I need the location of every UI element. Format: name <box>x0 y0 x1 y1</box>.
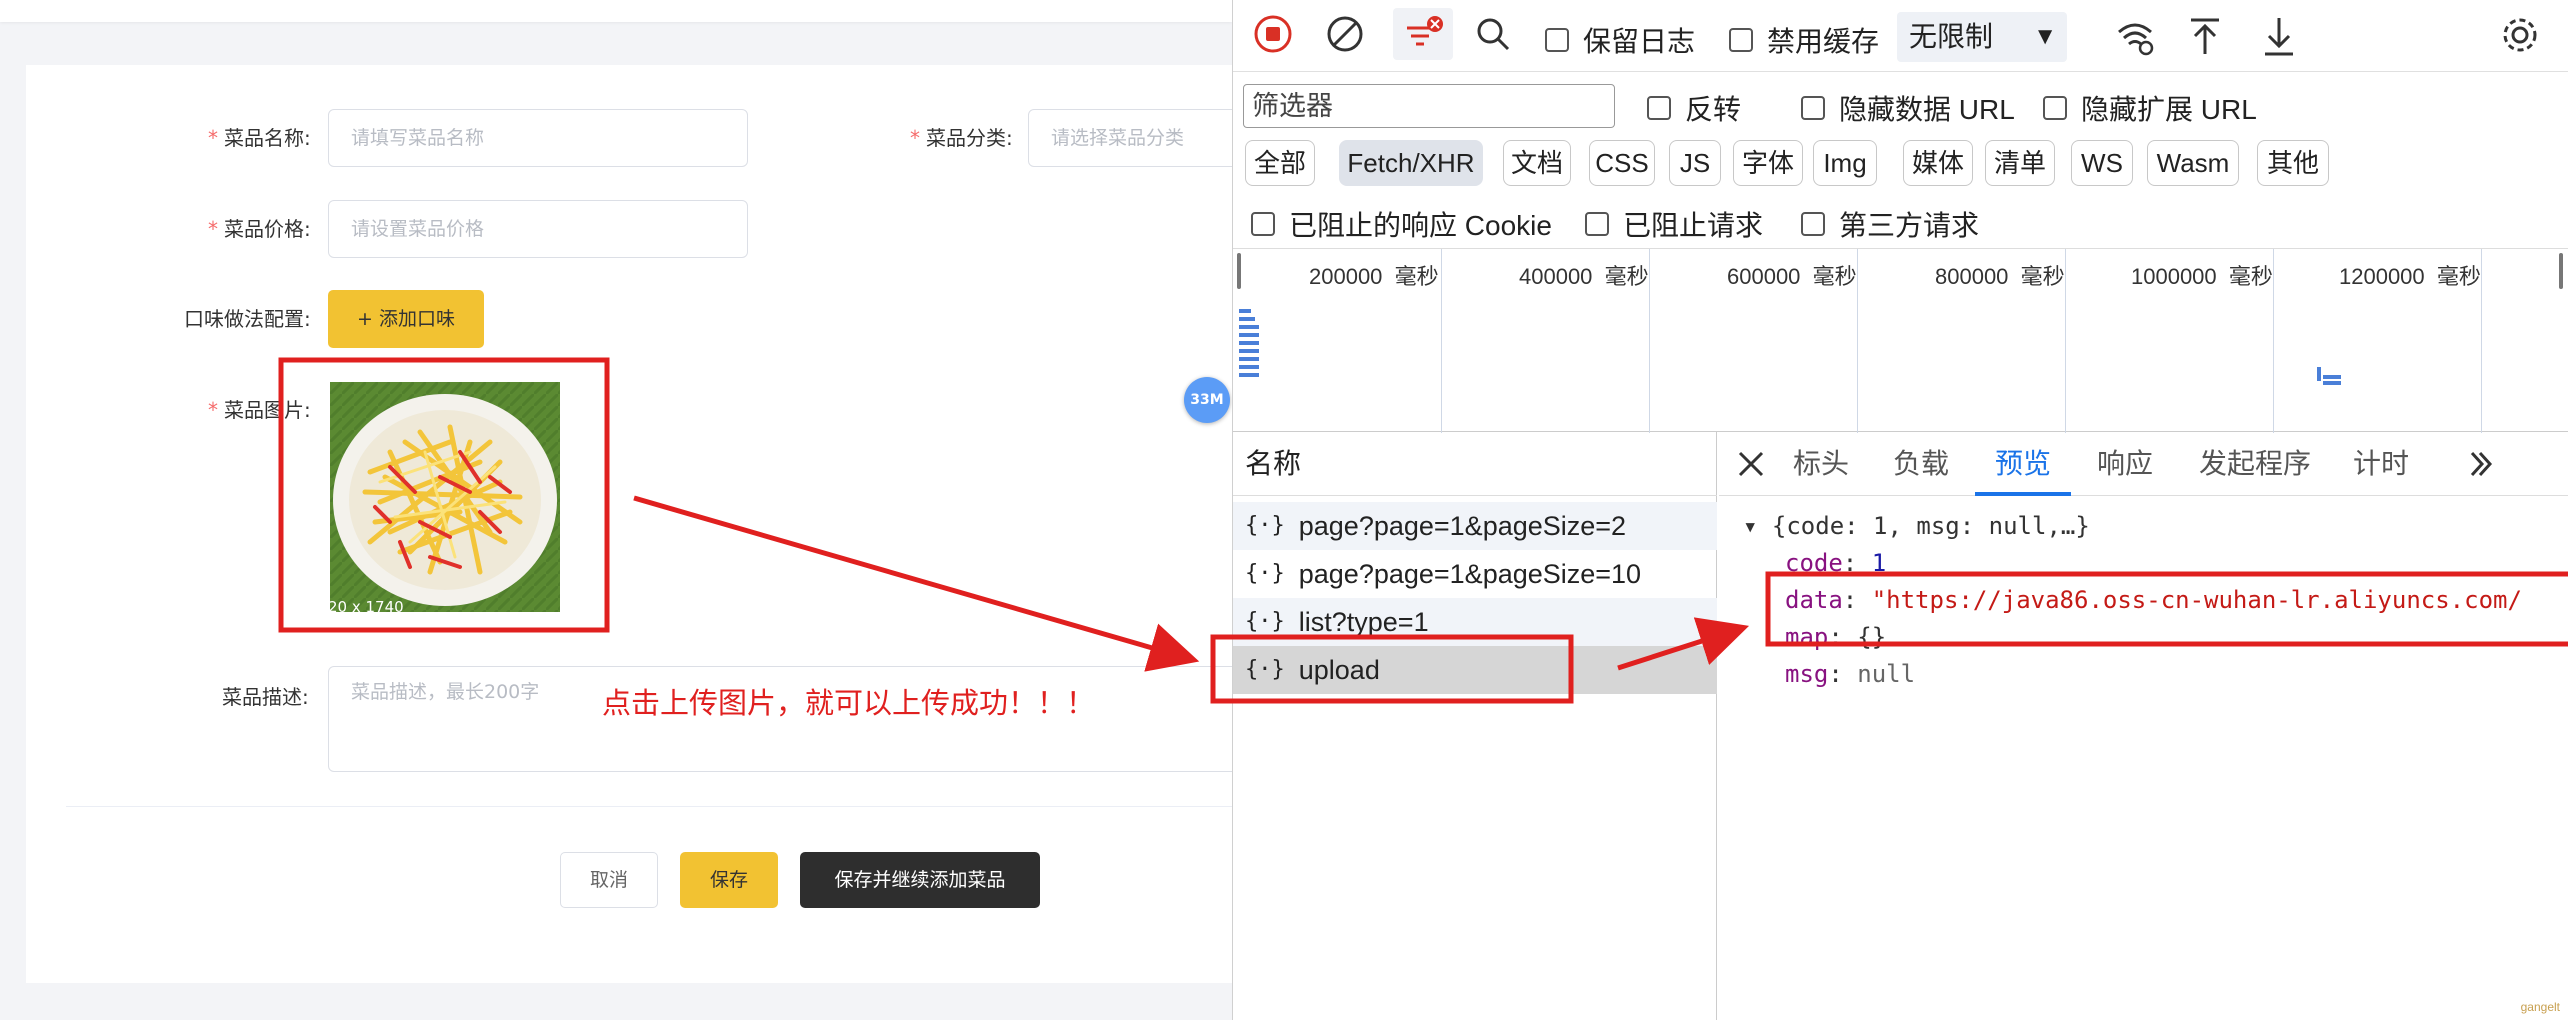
close-icon[interactable] <box>1733 446 1769 482</box>
tab-headers[interactable]: 标头 <box>1793 432 1849 496</box>
request-row[interactable]: {·} page?page=1&pageSize=10 <box>1233 550 1717 598</box>
save-button[interactable]: 保存 <box>680 852 778 908</box>
floating-memory-badge[interactable]: 33M <box>1184 377 1230 423</box>
request-row[interactable]: {·} page?page=1&pageSize=2 <box>1233 502 1717 550</box>
tab-payload[interactable]: 负载 <box>1893 432 1949 496</box>
timeline-request-bars <box>1239 309 2341 385</box>
type-filter-chips: 全部 Fetch/XHR 文档 CSS JS 字体 Img 媒体 清单 WS W… <box>1233 136 2568 192</box>
dish-photo-image <box>330 382 560 612</box>
chip-all[interactable]: 全部 <box>1245 140 1315 186</box>
network-timeline-overview[interactable]: 200000 毫秒 400000 毫秒 600000 毫秒 800000 毫秒 … <box>1233 248 2568 433</box>
chevron-down-icon: ▼ <box>2033 23 2057 50</box>
dish-image-label: * 菜品图片: <box>208 398 311 422</box>
request-detail-pane: 标头 负载 预览 响应 发起程序 计时 ▾ {code: 1, msg: nul… <box>1719 432 2568 1020</box>
checkbox-box[interactable] <box>2043 96 2067 120</box>
request-list: 名称 {·} page?page=1&pageSize=2 {·} page?pag… <box>1233 432 1717 1020</box>
json-preview: ▾ {code: 1, msg: null,…} code: 1 data: "… <box>1743 508 2522 693</box>
invert-checkbox[interactable]: 反转 <box>1647 88 1741 128</box>
triangle-down-icon[interactable]: ▾ <box>1743 512 1757 540</box>
chip-fetch-xhr[interactable]: Fetch/XHR <box>1339 140 1483 186</box>
request-row[interactable]: {·} list?type=1 <box>1233 598 1717 646</box>
json-line-code: code: 1 <box>1785 549 1887 577</box>
filter-toggle-icon[interactable] <box>1393 8 1453 60</box>
checkbox-box[interactable] <box>1729 28 1753 52</box>
filter-bar: 筛选器 反转 隐藏数据 URL 隐藏扩展 URL <box>1233 74 2568 136</box>
xhr-icon: {·} <box>1245 609 1285 634</box>
settings-gear-icon[interactable] <box>2497 12 2543 58</box>
chip-doc[interactable]: 文档 <box>1503 140 1571 186</box>
dish-category-select[interactable]: 请选择菜品分类 <box>1028 109 1232 167</box>
checkbox-box[interactable] <box>1251 212 1275 236</box>
app-top-bar <box>0 0 1232 22</box>
xhr-icon: {·} <box>1245 561 1285 586</box>
json-summary[interactable]: ▾ {code: 1, msg: null,…} <box>1743 508 2522 545</box>
throttling-select[interactable]: 无限制 ▼ <box>1897 12 2067 62</box>
tab-response[interactable]: 响应 <box>2097 432 2153 496</box>
checkbox-box[interactable] <box>1585 212 1609 236</box>
form-divider <box>66 806 1232 807</box>
import-har-icon[interactable] <box>2185 14 2225 58</box>
network-toolbar: 保留日志 禁用缓存 无限制 ▼ <box>1233 0 2568 72</box>
add-flavor-button[interactable]: + 添加口味 <box>328 290 484 348</box>
checkbox-box[interactable] <box>1647 96 1671 120</box>
web-app-panel: * 菜品名称: 请填写菜品名称 * 菜品分类: 请选择菜品分类 * 菜品价格: 请设置… <box>0 0 1232 1020</box>
name-column-header[interactable]: 名称 <box>1233 432 1717 496</box>
json-line-map: map: {} <box>1785 623 1887 651</box>
network-conditions-icon[interactable] <box>2113 14 2157 58</box>
checkbox-box[interactable] <box>1801 212 1825 236</box>
checkbox-box[interactable] <box>1801 96 1825 120</box>
checkbox-box[interactable] <box>1545 28 1569 52</box>
hide-data-urls-checkbox[interactable]: 隐藏数据 URL <box>1801 88 2015 128</box>
preserve-log-checkbox[interactable]: 保留日志 <box>1545 20 1695 60</box>
request-row-selected[interactable]: {·} upload <box>1233 646 1717 694</box>
dish-name-label: * 菜品名称: <box>208 126 311 150</box>
cancel-button[interactable]: 取消 <box>560 852 658 908</box>
xhr-icon: {·} <box>1245 657 1285 682</box>
save-and-continue-button[interactable]: 保存并继续添加菜品 <box>800 852 1040 908</box>
third-party-checkbox[interactable]: 第三方请求 <box>1801 204 1979 244</box>
tab-initiator[interactable]: 发起程序 <box>2199 432 2311 496</box>
dish-name-input[interactable]: 请填写菜品名称 <box>328 109 748 167</box>
json-line-data: data: "https://java86.oss-cn-wuhan-lr.al… <box>1785 586 2522 614</box>
dish-price-label: * 菜品价格: <box>208 217 311 241</box>
dish-image-upload[interactable] <box>330 382 560 612</box>
dish-category-label: * 菜品分类: <box>910 126 1013 150</box>
dish-desc-label: 菜品描述: <box>222 685 309 709</box>
chip-img[interactable]: Img <box>1813 140 1877 186</box>
record-stop-icon[interactable] <box>1253 14 1293 54</box>
chip-font[interactable]: 字体 <box>1733 140 1803 186</box>
request-filter-checkboxes: 已阻止的响应 Cookie 已阻止请求 第三方请求 <box>1233 192 2568 248</box>
chip-media[interactable]: 媒体 <box>1903 140 1973 186</box>
chip-ws[interactable]: WS <box>2071 140 2133 186</box>
blocked-requests-checkbox[interactable]: 已阻止请求 <box>1585 204 1763 244</box>
tab-preview[interactable]: 预览 <box>1975 432 2072 496</box>
json-line-msg: msg: null <box>1785 660 1916 688</box>
devtools-network-panel: 保留日志 禁用缓存 无限制 ▼ 筛选器 反转 隐藏数据 URL 隐藏扩展 URL … <box>1232 0 2568 1020</box>
watermark: gangelt <box>2520 1000 2560 1014</box>
filter-input[interactable]: 筛选器 <box>1243 84 1615 128</box>
annotation-text: 点击上传图片，就可以上传成功！！！ <box>602 686 1096 720</box>
blocked-cookies-checkbox[interactable]: 已阻止的响应 Cookie <box>1251 204 1552 244</box>
detail-tabs: 标头 负载 预览 响应 发起程序 计时 <box>1719 432 2568 496</box>
disable-cache-checkbox[interactable]: 禁用缓存 <box>1729 20 1879 60</box>
search-icon[interactable] <box>1473 14 1513 54</box>
more-tabs-chevron-icon[interactable] <box>2463 446 2499 482</box>
image-size-caption: 20 x 1740 <box>328 598 404 616</box>
hide-extension-urls-checkbox[interactable]: 隐藏扩展 URL <box>2043 88 2257 128</box>
tab-timing[interactable]: 计时 <box>2353 432 2409 496</box>
chip-other[interactable]: 其他 <box>2257 140 2329 186</box>
xhr-icon: {·} <box>1245 513 1285 538</box>
dish-price-input[interactable]: 请设置菜品价格 <box>328 200 748 258</box>
clear-icon[interactable] <box>1325 14 1365 54</box>
chip-css[interactable]: CSS <box>1589 140 1655 186</box>
export-har-icon[interactable] <box>2259 14 2299 58</box>
chip-manifest[interactable]: 清单 <box>1985 140 2055 186</box>
flavor-config-label: 口味做法配置: <box>184 307 311 331</box>
chip-js[interactable]: JS <box>1669 140 1721 186</box>
chip-wasm[interactable]: Wasm <box>2147 140 2239 186</box>
